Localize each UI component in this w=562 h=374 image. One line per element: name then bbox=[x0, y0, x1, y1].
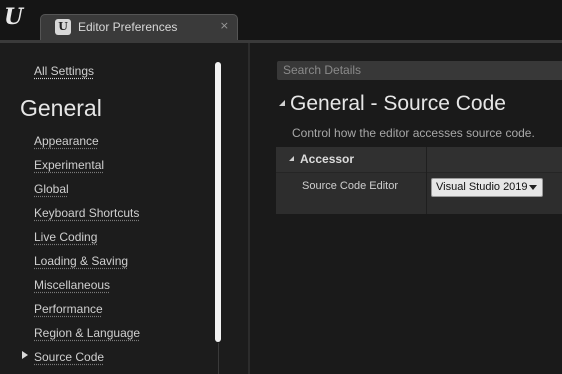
unreal-editor-icon: U bbox=[55, 19, 71, 35]
expand-arrow-icon[interactable] bbox=[289, 156, 294, 161]
sidebar-item-region-language[interactable]: Region & Language bbox=[34, 326, 140, 340]
source-code-editor-dropdown[interactable]: Visual Studio 2019 bbox=[431, 178, 543, 197]
sidebar-item-source-code[interactable]: Source Code bbox=[34, 350, 104, 364]
sidebar-item-loading-saving[interactable]: Loading & Saving bbox=[34, 254, 128, 268]
accessor-group-header[interactable]: Accessor bbox=[276, 147, 562, 173]
details-panel: Search Details General - Source Code Con… bbox=[250, 43, 562, 374]
tab-editor-preferences[interactable]: U Editor Preferences × bbox=[40, 14, 238, 40]
sidebar-item-experimental[interactable]: Experimental bbox=[34, 158, 104, 172]
title-bar: U U Editor Preferences × bbox=[0, 0, 562, 40]
tab-title: Editor Preferences bbox=[78, 20, 178, 34]
selected-arrow-icon bbox=[22, 351, 28, 359]
unreal-logo-icon[interactable]: U bbox=[4, 6, 26, 28]
search-details-input[interactable]: Search Details bbox=[277, 61, 562, 80]
settings-sidebar: All Settings General Appearance Experime… bbox=[0, 43, 250, 374]
group-title: Accessor bbox=[300, 152, 355, 166]
page-description: Control how the editor accesses source c… bbox=[292, 126, 535, 140]
chevron-down-icon bbox=[529, 185, 537, 190]
all-settings-link[interactable]: All Settings bbox=[34, 64, 94, 78]
sidebar-item-miscellaneous[interactable]: Miscellaneous bbox=[34, 278, 110, 292]
section-heading-general: General bbox=[20, 95, 102, 121]
column-splitter[interactable] bbox=[426, 147, 427, 214]
source-code-editor-label: Source Code Editor bbox=[302, 180, 398, 192]
collapse-arrow-icon[interactable] bbox=[279, 100, 285, 106]
sidebar-split-line bbox=[218, 343, 219, 374]
sidebar-item-keyboard-shortcuts[interactable]: Keyboard Shortcuts bbox=[34, 206, 139, 220]
sidebar-item-performance[interactable]: Performance bbox=[34, 302, 103, 316]
sidebar-item-global[interactable]: Global bbox=[34, 182, 69, 196]
dropdown-value: Visual Studio 2019 bbox=[436, 181, 528, 193]
accessor-group: Accessor Source Code Editor Visual Studi… bbox=[276, 147, 562, 214]
close-icon[interactable]: × bbox=[220, 19, 229, 32]
sidebar-item-live-coding[interactable]: Live Coding bbox=[34, 230, 97, 244]
sidebar-scrollbar[interactable] bbox=[215, 62, 221, 342]
sidebar-item-appearance[interactable]: Appearance bbox=[34, 134, 99, 148]
page-title: General - Source Code bbox=[290, 92, 506, 115]
